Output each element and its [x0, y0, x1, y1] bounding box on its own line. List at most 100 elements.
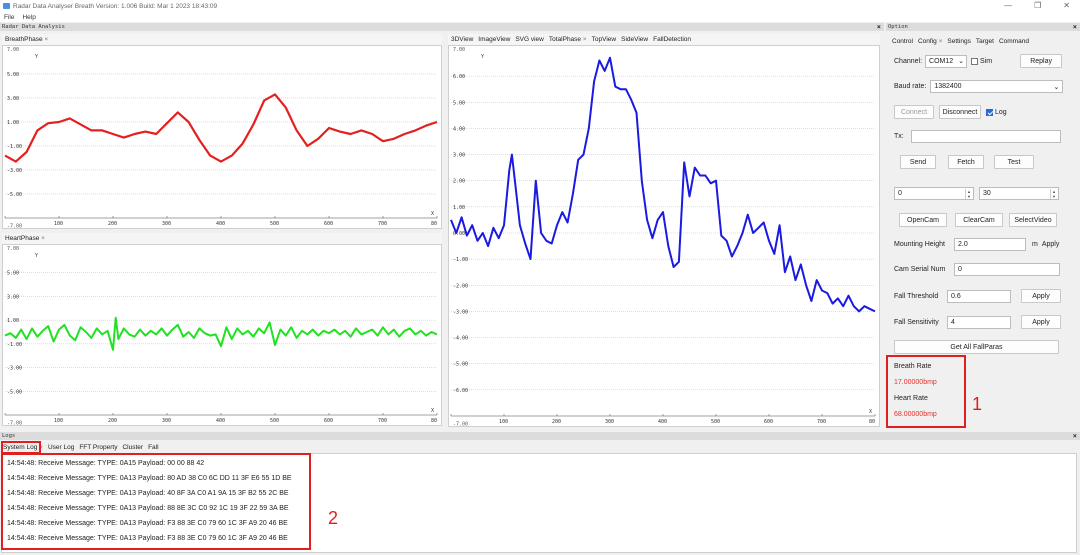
- spinbox-length-value: 30: [983, 190, 991, 197]
- y-tick-label: 3.00: [453, 153, 465, 159]
- tab-user-log[interactable]: User Log: [48, 444, 74, 451]
- y-tick-label: -7.00: [7, 224, 22, 229]
- analysis-dock-title: Radar Data Analysis: [2, 24, 65, 30]
- y-tick-label: 3.00: [7, 96, 19, 102]
- option-close-icon[interactable]: ×: [1073, 23, 1077, 31]
- tab-falldetection[interactable]: FallDetection: [653, 36, 691, 43]
- analysis-dock-header: Radar Data Analysis ×: [0, 23, 884, 31]
- spin-arrows-icon[interactable]: ▲ ▼: [965, 189, 972, 199]
- fetch-button[interactable]: Fetch: [948, 155, 984, 169]
- replay-button[interactable]: Replay: [1020, 54, 1063, 68]
- opencam-button[interactable]: OpenCam: [899, 213, 947, 227]
- y-tick-label: -5.00: [7, 192, 22, 198]
- y-tick-label: 1.00: [453, 205, 465, 211]
- heart-tabbar: HeartPhase: [2, 233, 442, 244]
- y-tick-label: -5.00: [453, 362, 468, 368]
- tab-config[interactable]: Config: [918, 38, 942, 45]
- tab-fft-property[interactable]: FFT Property: [79, 444, 117, 451]
- tab-topview[interactable]: TopView: [592, 36, 616, 43]
- annotation-label-1: 1: [972, 394, 983, 414]
- fall-sensitivity-input[interactable]: 4: [947, 315, 1011, 329]
- restore-button[interactable]: ❐: [1034, 1, 1041, 10]
- fall-threshold-apply-button[interactable]: Apply: [1021, 289, 1061, 303]
- fall-threshold-label: Fall Threshold: [894, 292, 939, 300]
- y-tick-label: -1.00: [7, 144, 22, 150]
- spinbox-start-value: 0: [898, 190, 902, 197]
- window-title: Radar Data Analyser Breath Version: 1.00…: [13, 2, 218, 10]
- y-tick-label: 5.00: [7, 271, 19, 277]
- menu-help[interactable]: Help: [22, 14, 35, 21]
- y-tick-label: 5.00: [453, 100, 465, 106]
- breath-tabbar: BreathPhase: [2, 34, 442, 45]
- x-tick-label: 100: [54, 418, 63, 424]
- option-dock-title: Option: [888, 24, 908, 30]
- tx-label: Tx:: [894, 133, 904, 140]
- x-tick-label: 100: [54, 221, 63, 227]
- tab-target[interactable]: Target: [976, 38, 994, 45]
- mounting-height-value: 2.0: [958, 241, 968, 248]
- x-tick-label: 80: [869, 419, 875, 425]
- tab-sideview[interactable]: SideView: [621, 36, 648, 43]
- tab-control[interactable]: Control: [892, 38, 913, 45]
- fall-sensitivity-apply-button[interactable]: Apply: [1021, 315, 1061, 329]
- y-tick-label: 6.00: [453, 74, 465, 80]
- analysis-close-icon[interactable]: ×: [877, 23, 881, 31]
- y-tick-label: 7.00: [7, 246, 19, 252]
- tab-imageview[interactable]: ImageView: [478, 36, 510, 43]
- baud-select[interactable]: 1382400 ⌄: [930, 80, 1064, 93]
- logs-close-icon[interactable]: ×: [1073, 432, 1077, 440]
- x-tick-label: 300: [162, 418, 171, 424]
- x-tick-label: 500: [270, 221, 279, 227]
- tx-input[interactable]: [911, 130, 1061, 143]
- annotation-box-rates: [886, 355, 966, 428]
- tab-3dview[interactable]: 3DView: [451, 36, 473, 43]
- selectvideo-button[interactable]: SelectVideo: [1009, 213, 1057, 227]
- connect-button[interactable]: Connect: [894, 105, 934, 119]
- tab-cluster[interactable]: Cluster: [122, 444, 143, 451]
- tab-breathphase[interactable]: BreathPhase: [5, 36, 48, 43]
- close-button[interactable]: ✕: [1063, 1, 1070, 10]
- chevron-down-icon: ⌄: [958, 58, 965, 65]
- clearcam-button[interactable]: ClearCam: [955, 213, 1003, 227]
- get-all-fallparas-button[interactable]: Get All FallParas: [894, 340, 1059, 354]
- tab-totalphase[interactable]: TotalPhase: [549, 36, 587, 43]
- series-line: [4, 316, 438, 351]
- channel-value: COM12: [929, 57, 954, 65]
- send-button[interactable]: Send: [900, 155, 936, 169]
- x-tick-label: 500: [711, 419, 720, 425]
- tab-settings[interactable]: Settings: [947, 38, 971, 45]
- menu-file[interactable]: File: [4, 14, 14, 21]
- x-tick-label: 200: [108, 221, 117, 227]
- title-bar: Radar Data Analyser Breath Version: 1.00…: [0, 0, 1080, 12]
- log-label: Log: [995, 108, 1007, 116]
- minimize-button[interactable]: —: [1004, 1, 1012, 10]
- heart-phase-chart: 5.003.001.00-1.00-3.00-5.007.00-7.00Y010…: [0, 246, 438, 427]
- tab-heartphase[interactable]: HeartPhase: [5, 235, 45, 242]
- tab-svgview[interactable]: SVG view: [515, 36, 544, 43]
- tab-fall[interactable]: Fall: [148, 444, 158, 451]
- spinbox-start[interactable]: 0 ▲ ▼: [894, 187, 974, 200]
- disconnect-button[interactable]: Disconnect: [939, 105, 981, 119]
- log-checkbox[interactable]: [986, 108, 993, 116]
- annotation-box-log-lines: [1, 453, 311, 550]
- y-tick-label: 4.00: [453, 126, 465, 132]
- spin-arrows-icon[interactable]: ▲ ▼: [1050, 189, 1057, 199]
- y-tick-label: -3.00: [7, 366, 22, 372]
- fall-threshold-input[interactable]: 0.6: [947, 289, 1011, 303]
- channel-select[interactable]: COM12 ⌄: [925, 54, 968, 68]
- cam-serial-value: 0: [958, 266, 962, 273]
- y-tick-label: 7.00: [453, 47, 465, 53]
- cam-serial-input[interactable]: 0: [954, 263, 1060, 276]
- mounting-apply-button[interactable]: Apply: [1042, 241, 1060, 248]
- menu-bar: File Help: [0, 12, 1080, 22]
- x-tick-label: 700: [378, 418, 387, 424]
- y-axis-label: Y: [35, 54, 38, 60]
- tab-command[interactable]: Command: [999, 38, 1029, 45]
- test-button[interactable]: Test: [994, 155, 1034, 169]
- x-tick-label: 400: [216, 221, 225, 227]
- spinbox-length[interactable]: 30 ▲ ▼: [979, 187, 1059, 200]
- y-tick-label: -4.00: [453, 336, 468, 342]
- mounting-height-input[interactable]: 2.0: [954, 238, 1026, 251]
- sim-checkbox[interactable]: [971, 57, 979, 65]
- x-tick-label: 400: [658, 419, 667, 425]
